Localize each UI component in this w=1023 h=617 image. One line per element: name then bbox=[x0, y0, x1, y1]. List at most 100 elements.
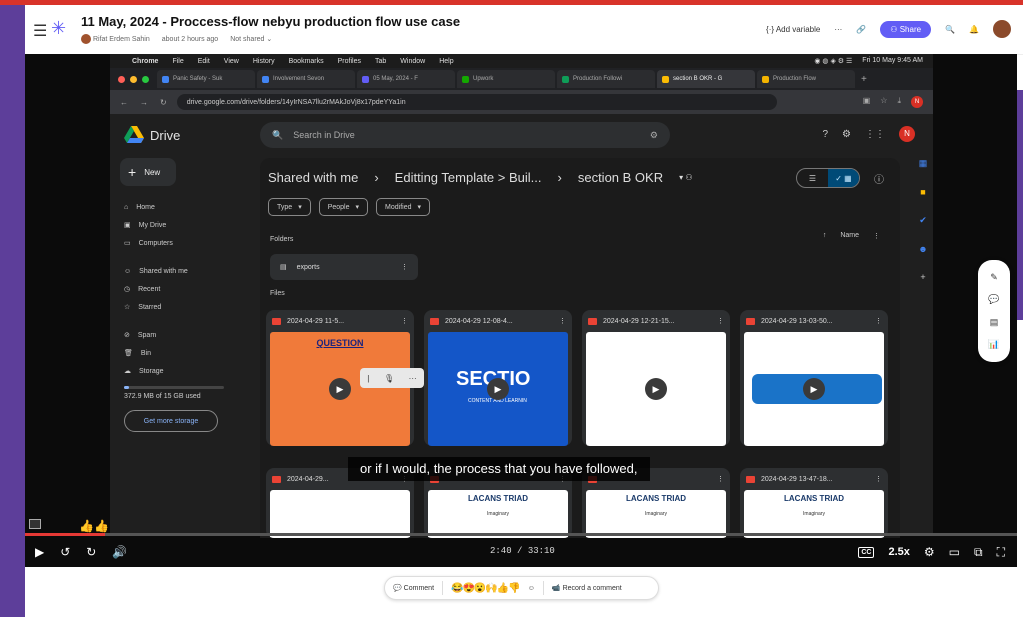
browser-tab-strip: Panic Safety - Suk Involvement Sevon 05 … bbox=[110, 68, 933, 90]
file-thumbnail: LACANS TRIAD Imaginary bbox=[586, 490, 726, 538]
file-name: 2024-04-29 12-08-4... bbox=[445, 317, 513, 325]
url-text: drive.google.com/drive/folders/14yIrNSA7… bbox=[186, 98, 406, 106]
drive-search-bar: 🔍 Search in Drive ⚙ bbox=[260, 122, 670, 148]
tab-title: Upwork bbox=[473, 76, 494, 82]
hover-action-bar: | 🎙 ··· bbox=[360, 368, 424, 388]
more-options-icon: ⋮ bbox=[717, 476, 724, 483]
video-progress-fill bbox=[25, 533, 105, 536]
tab-title: 05 May, 2024 - F bbox=[373, 76, 418, 82]
cloud-icon: ☁ bbox=[124, 368, 131, 375]
browser-toolbar-icons: ▣ ☆ ⤓ N bbox=[863, 96, 923, 108]
add-reaction-icon[interactable]: ☺ bbox=[528, 585, 535, 592]
right-background bbox=[1017, 90, 1023, 320]
mac-menu-help: Help bbox=[439, 57, 454, 65]
mac-menu-profiles: Profiles bbox=[337, 57, 361, 65]
file-card-header: 2024-04-29 11-5... ⋮ bbox=[266, 310, 414, 332]
mac-menu-window: Window bbox=[400, 57, 426, 65]
browser-tab-active: section B OKR - G bbox=[657, 70, 755, 88]
picture-in-picture-icon[interactable]: ⧉ bbox=[974, 545, 983, 560]
author-name: Rifat Erdem Sahin bbox=[92, 35, 150, 43]
captions-button[interactable]: CC bbox=[858, 546, 875, 558]
play-icon: ▶ bbox=[487, 378, 509, 400]
file-name: 2024-04-29... bbox=[287, 475, 329, 483]
mac-clock: Fri 10 May 9:45 AM bbox=[862, 57, 923, 64]
browser-nav-buttons: ← → ↻ bbox=[110, 98, 177, 107]
sharing-status[interactable]: Not shared ⌄ bbox=[230, 35, 272, 43]
author-avatar bbox=[81, 34, 91, 44]
tab-favicon bbox=[262, 75, 269, 83]
filter-modified: Modified ▾ bbox=[376, 198, 430, 216]
sidebar-item-label: Computers bbox=[138, 239, 173, 247]
settings-gear-icon[interactable]: ⚙ bbox=[924, 545, 935, 559]
more-options-icon: ⋮ bbox=[717, 318, 724, 325]
link-icon[interactable]: 🔗 bbox=[856, 25, 866, 34]
file-thumbnail: ▶ bbox=[586, 332, 726, 446]
sidebar-item-home: ⌂ Home bbox=[124, 198, 224, 216]
breadcrumb-template: Editting Template > Buil... bbox=[394, 170, 542, 185]
back-icon: ← bbox=[120, 97, 128, 107]
rewind-5s-icon[interactable]: ↺ bbox=[60, 545, 70, 559]
drive-main-panel: Shared with me › Editting Template > Bui… bbox=[260, 158, 900, 538]
comment-reaction-bar: 💬 Comment 😂😍😮🙌👍👎 ☺ 📹 Record a comment bbox=[384, 576, 659, 600]
thumbnail-subtext: Imaginary bbox=[645, 511, 667, 517]
transcript-icon[interactable]: ▤ bbox=[990, 317, 999, 328]
loom-logo-icon[interactable]: ✳ bbox=[51, 18, 71, 38]
tab-favicon bbox=[762, 75, 769, 83]
file-thumbnail bbox=[270, 490, 410, 538]
theater-mode-icon[interactable]: ▭ bbox=[949, 545, 960, 559]
list-view-icon: ☰ bbox=[808, 173, 817, 183]
filter-people-label: People bbox=[327, 203, 350, 211]
filter-options-icon: ⚙ bbox=[649, 129, 658, 140]
share-button[interactable]: ⚇ Share bbox=[880, 20, 932, 38]
clock-icon: ◷ bbox=[124, 286, 131, 293]
more-options-icon[interactable]: ··· bbox=[834, 25, 842, 34]
tab-title: Production Followi bbox=[573, 76, 623, 82]
tab-title: Panic Safety - Suk bbox=[173, 76, 223, 82]
play-icon: ▶ bbox=[645, 378, 667, 400]
comment-button[interactable]: 💬 Comment bbox=[393, 584, 434, 592]
volume-icon[interactable]: 🔊 bbox=[112, 545, 127, 559]
file-thumbnail: SECTIO CONTENT AND LEARNIN ▶ bbox=[428, 332, 568, 446]
tab-title: Production Flow bbox=[773, 76, 817, 82]
storage-meter bbox=[124, 386, 224, 389]
filter-people: People ▾ bbox=[318, 198, 369, 216]
more-options-icon: ⋮ bbox=[875, 476, 882, 483]
hamburger-menu-icon[interactable]: ☰ bbox=[33, 21, 47, 41]
address-bar: drive.google.com/drive/folders/14yIrNSA7… bbox=[176, 94, 777, 110]
spam-icon: ⊘ bbox=[124, 332, 130, 339]
record-comment-label: Record a comment bbox=[562, 585, 622, 592]
divider bbox=[542, 581, 544, 595]
video-player[interactable]: Chrome File Edit View History Bookmarks … bbox=[25, 54, 1017, 567]
dropdown-icon: ▾ ⚇ bbox=[679, 173, 693, 182]
tab-favicon bbox=[662, 75, 669, 83]
close-window-icon bbox=[118, 75, 125, 83]
user-avatar[interactable] bbox=[993, 20, 1011, 38]
sidebar-item-spam: ⊘ Spam bbox=[124, 326, 224, 344]
notification-bell-icon[interactable]: 🔔 bbox=[969, 25, 979, 34]
video-progress-bar[interactable] bbox=[25, 533, 1017, 536]
comment-icon[interactable]: 💬 bbox=[988, 294, 999, 305]
sidebar-item-shared: ☺ Shared with me bbox=[124, 262, 224, 280]
window-controls bbox=[110, 75, 157, 83]
playback-speed-button[interactable]: 2.5x bbox=[888, 546, 909, 558]
search-icon[interactable]: 🔍 bbox=[945, 25, 955, 34]
video-file-icon bbox=[746, 317, 755, 325]
add-variable-button[interactable]: {·} Add variable bbox=[766, 25, 820, 34]
forward-5s-icon[interactable]: ↻ bbox=[86, 545, 96, 559]
fullscreen-icon[interactable]: ⛶ bbox=[997, 545, 1005, 560]
minimize-window-icon bbox=[130, 75, 137, 83]
updated-time: about 2 hours ago bbox=[161, 35, 219, 43]
browser-tab: Production Flow bbox=[757, 70, 855, 88]
edit-pencil-icon[interactable]: ✎ bbox=[990, 272, 998, 283]
insights-chart-icon[interactable]: 📊 bbox=[988, 339, 999, 350]
more-options-icon: ⋮ bbox=[401, 318, 408, 325]
browser-tab: Panic Safety - Suk bbox=[157, 70, 255, 88]
maximize-window-icon bbox=[142, 75, 149, 83]
record-comment-button[interactable]: 📹 Record a comment bbox=[552, 584, 622, 592]
video-controls-right: CC 2.5x ⚙ ▭ ⧉ ⛶ bbox=[858, 545, 1017, 560]
grid-view-icon: ✓ ▦ bbox=[828, 169, 859, 187]
reaction-buttons[interactable]: 😂😍😮🙌👍👎 bbox=[451, 583, 521, 594]
microphone-icon: 🎙 bbox=[383, 373, 395, 383]
play-button-icon[interactable]: ▶ bbox=[35, 545, 44, 559]
sort-by-name: Name bbox=[840, 232, 859, 239]
